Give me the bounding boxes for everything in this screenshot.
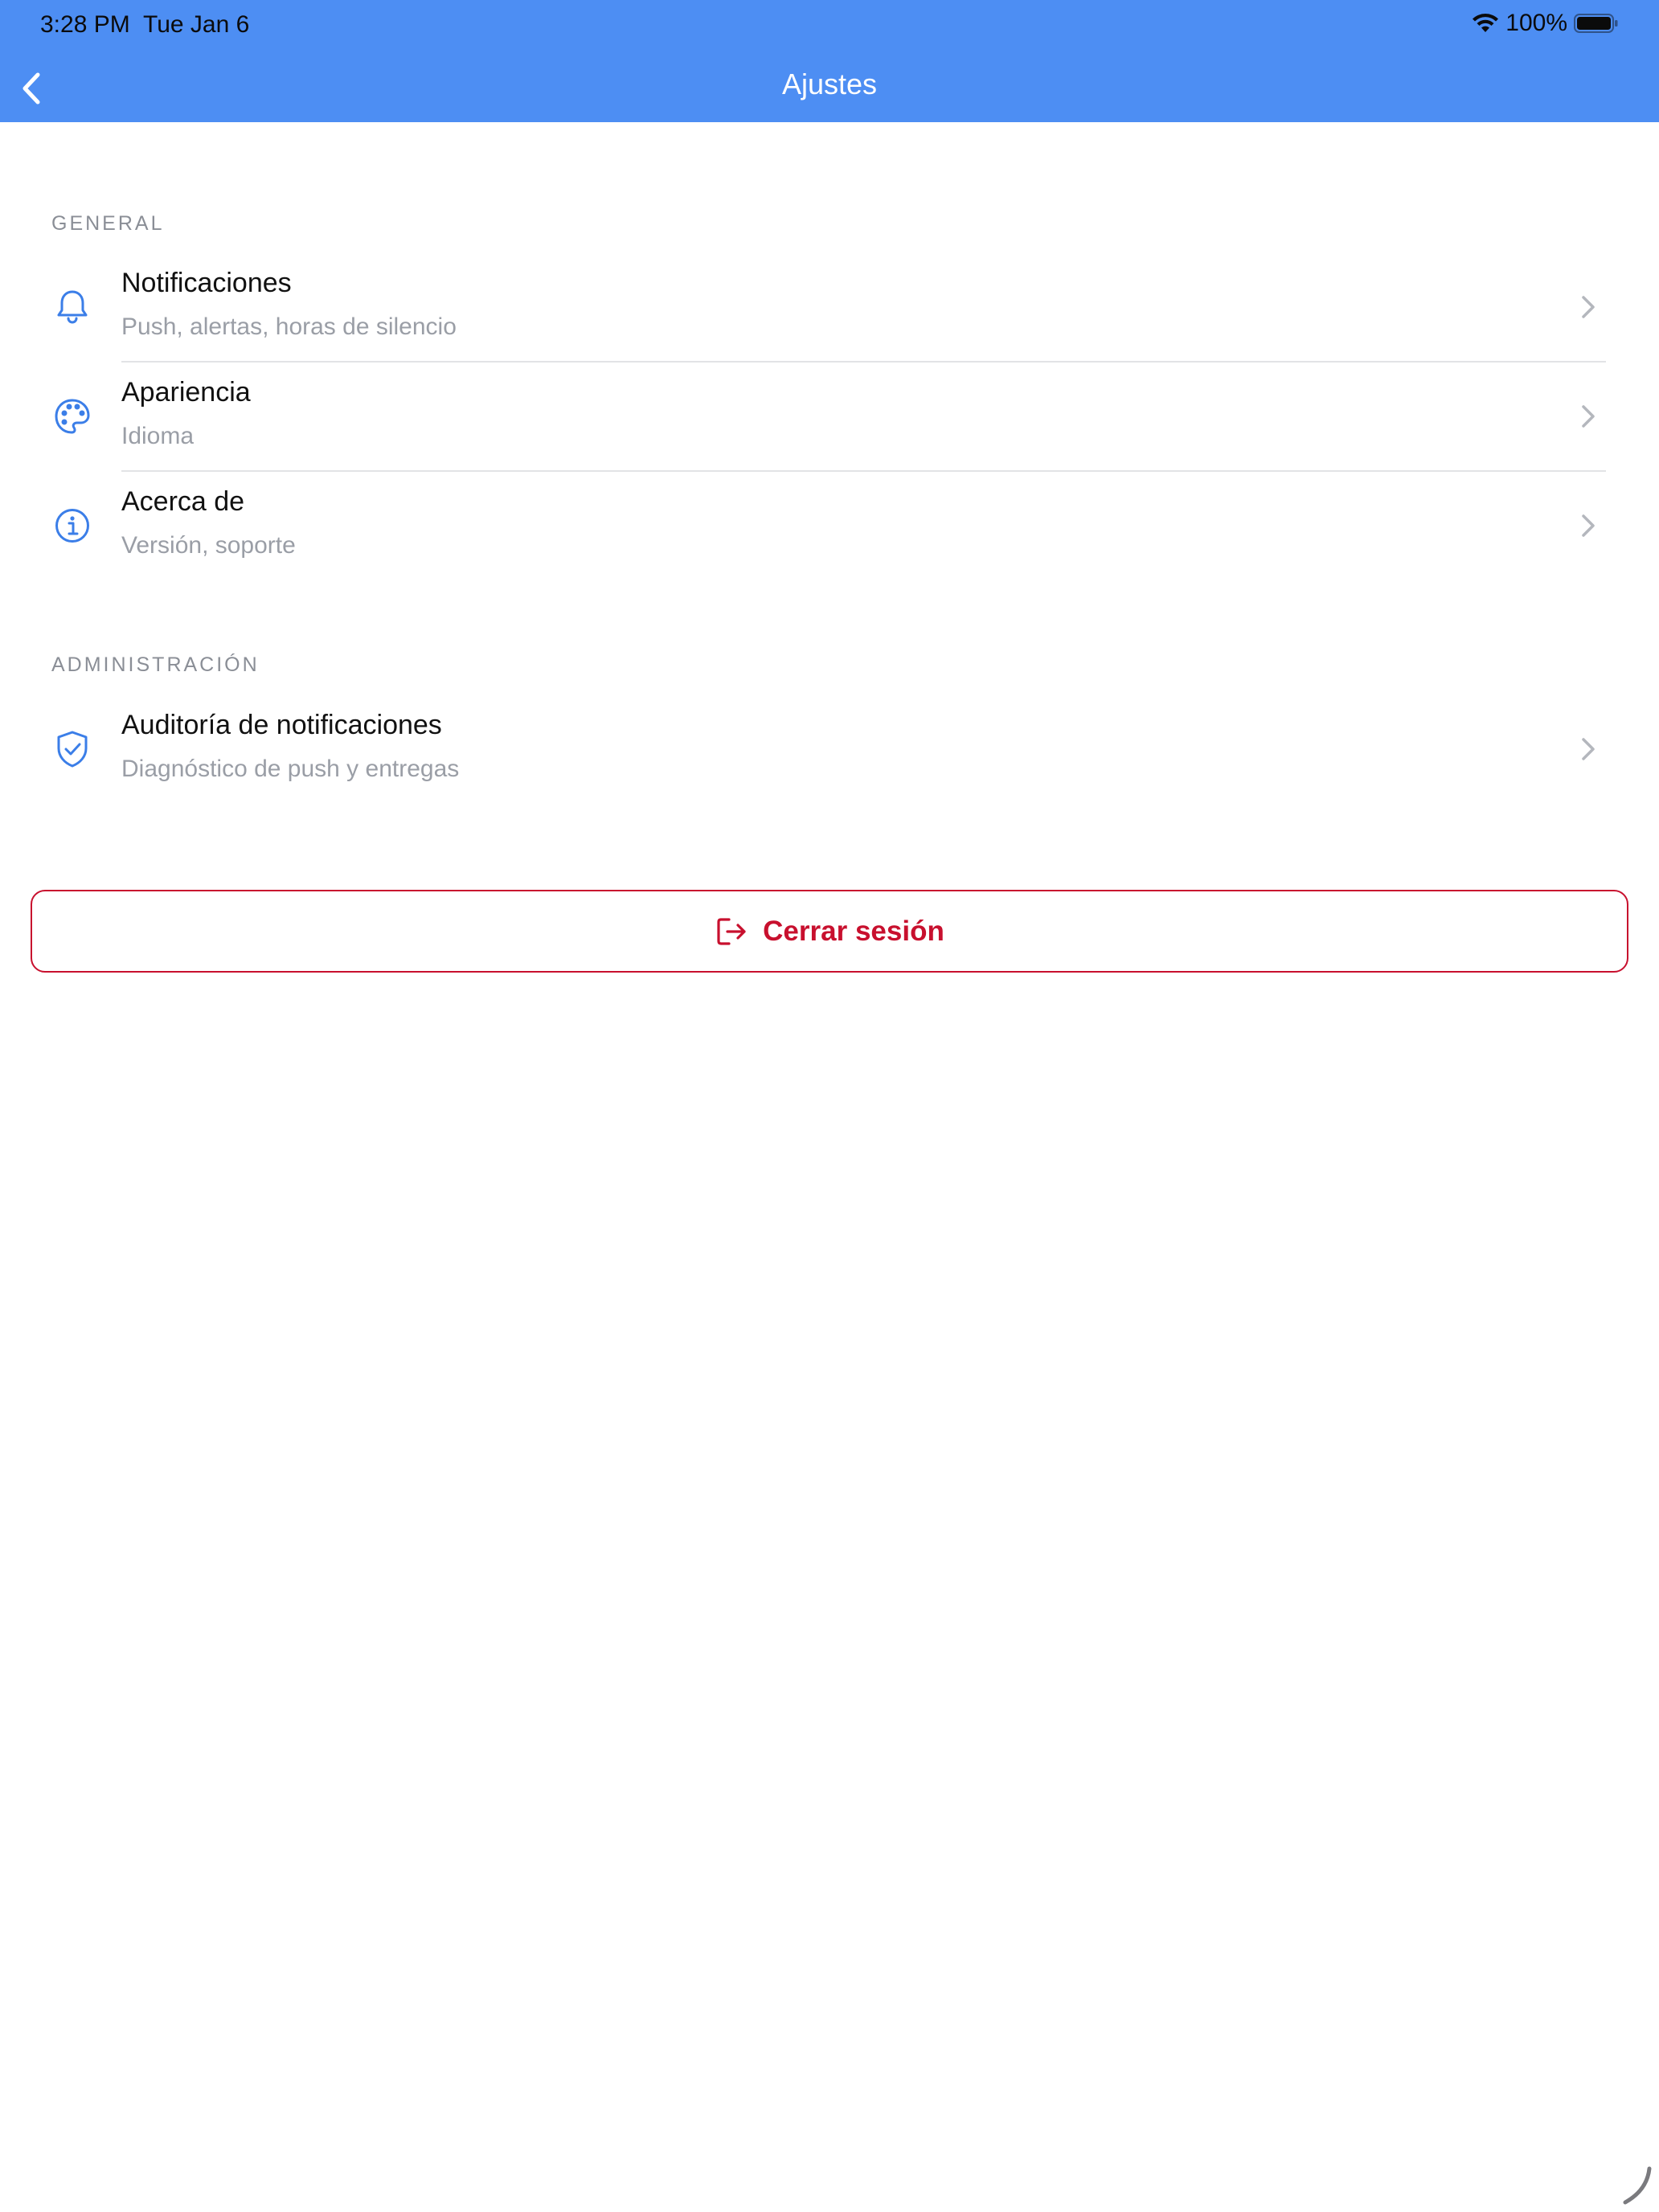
section-label-administracion: ADMINISTRACIÓN	[51, 653, 260, 676]
section-label-general: GENERAL	[51, 212, 165, 235]
info-icon	[51, 505, 93, 547]
settings-item-title: Notificaciones	[121, 268, 292, 298]
logout-icon	[717, 917, 746, 945]
status-time: 3:28 PM	[40, 11, 130, 38]
chevron-right-icon	[1582, 296, 1595, 318]
settings-item-title: Apariencia	[121, 377, 251, 408]
resize-grip-icon	[1623, 2166, 1652, 2205]
settings-item-acerca-de[interactable]: Acerca de Versión, soporte	[0, 472, 1659, 580]
status-date: Tue Jan 6	[143, 11, 250, 38]
settings-item-notificaciones[interactable]: Notificaciones Push, alertas, horas de s…	[0, 253, 1659, 361]
settings-item-title: Acerca de	[121, 486, 245, 517]
settings-item-subtitle: Diagnóstico de push y entregas	[121, 756, 460, 782]
settings-item-subtitle: Idioma	[121, 423, 195, 449]
shield-check-icon	[51, 728, 93, 770]
wifi-icon	[1472, 13, 1499, 34]
battery-percentage: 100%	[1505, 10, 1567, 36]
chevron-right-icon	[1582, 514, 1595, 537]
chevron-right-icon	[1582, 738, 1595, 760]
settings-item-subtitle: Versión, soporte	[121, 532, 296, 559]
settings-item-subtitle: Push, alertas, horas de silencio	[121, 313, 457, 340]
logout-label: Cerrar sesión	[763, 915, 944, 947]
battery-icon	[1574, 13, 1619, 34]
logout-button[interactable]: Cerrar sesión	[31, 890, 1628, 973]
page-title: Ajustes	[781, 68, 878, 100]
settings-item-apariencia[interactable]: Apariencia Idioma	[0, 363, 1659, 470]
status-indicators: 100%	[1472, 10, 1619, 37]
bell-icon	[51, 286, 93, 328]
settings-item-auditoria[interactable]: Auditoría de notificaciones Diagnóstico …	[0, 695, 1659, 803]
palette-icon	[51, 395, 93, 437]
navigation-header: 3:28 PM Tue Jan 6 100% Ajustes	[0, 0, 1659, 122]
settings-item-title: Auditoría de notificaciones	[121, 710, 442, 740]
chevron-right-icon	[1582, 405, 1595, 428]
